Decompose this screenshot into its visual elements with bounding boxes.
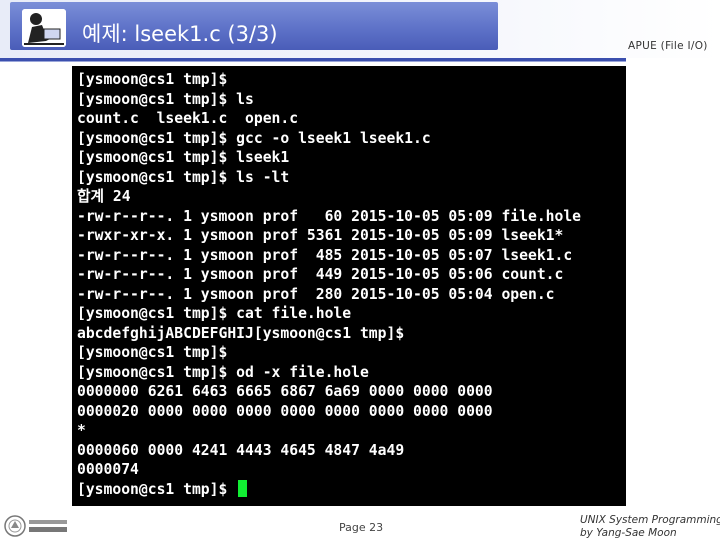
terminal-line: abcdefghijABCDEFGHIJ[ysmoon@cs1 tmp]$ xyxy=(77,324,405,342)
terminal-line: [ysmoon@cs1 tmp]$ xyxy=(77,344,228,361)
terminal-line: [ysmoon@cs1 tmp]$ cat file.hole xyxy=(77,305,352,322)
footer-author: by Yang-Sae Moon xyxy=(580,527,677,539)
terminal-line: [ysmoon@cs1 tmp]$ od -x file.hole xyxy=(77,363,369,381)
terminal-line: 0000000 6261 6463 6665 6867 6a69 0000 00… xyxy=(77,383,493,400)
footer-credit: UNIX System Programming by Yang-Sae Moon xyxy=(580,514,720,540)
header-divider-light xyxy=(0,61,626,62)
terminal-line: [ysmoon@cs1 tmp]$ gcc -o lseek1 lseek1.c xyxy=(77,129,431,147)
terminal-cursor xyxy=(238,479,248,497)
terminal-line: * xyxy=(77,422,86,439)
terminal-line: [ysmoon@cs1 tmp]$ ls -lt xyxy=(77,168,290,186)
terminal-line: -rwxr-xr-x. 1 ysmoon prof 5361 2015-10-0… xyxy=(77,227,564,244)
terminal-line: -rw-r--r--. 1 ysmoon prof 449 2015-10-05… xyxy=(77,266,564,283)
presenter-logo-icon xyxy=(22,9,66,47)
footer-course-name: UNIX System Programming xyxy=(580,514,720,526)
course-section-label: APUE (File I/O) xyxy=(628,40,708,52)
terminal-line: -rw-r--r--. 1 ysmoon prof 280 2015-10-05… xyxy=(77,285,555,303)
page-number: Page 23 xyxy=(339,521,384,534)
terminal-line: count.c lseek1.c open.c xyxy=(77,110,299,127)
terminal-line: 0000074 xyxy=(77,461,139,478)
terminal-window[interactable]: [ysmoon@cs1 tmp]$ [ysmoon@cs1 tmp]$ ls cou… xyxy=(72,66,626,506)
page-title: 예제: lseek1.c (3/3) xyxy=(82,22,278,46)
terminal-line: -rw-r--r--. 1 ysmoon prof 60 2015-10-05 … xyxy=(77,207,582,225)
title-bar: 예제: lseek1.c (3/3) xyxy=(10,2,498,50)
terminal-line: 0000020 0000 0000 0000 0000 0000 0000 00… xyxy=(77,402,493,420)
terminal-line: [ysmoon@cs1 tmp]$ xyxy=(77,479,581,500)
terminal-line: 합계 24 xyxy=(77,188,131,205)
terminal-line: -rw-r--r--. 1 ysmoon prof 485 2015-10-05… xyxy=(77,246,573,264)
university-logo-icon xyxy=(2,513,72,539)
terminal-line: [ysmoon@cs1 tmp]$ xyxy=(77,71,228,88)
terminal-line: [ysmoon@cs1 tmp]$ lseek1 xyxy=(77,149,290,166)
terminal-line: 0000060 0000 4241 4443 4645 4847 4a49 xyxy=(77,441,405,459)
terminal-line: [ysmoon@cs1 tmp]$ ls xyxy=(77,90,254,108)
terminal-output: [ysmoon@cs1 tmp]$ [ysmoon@cs1 tmp]$ ls cou… xyxy=(77,70,581,499)
